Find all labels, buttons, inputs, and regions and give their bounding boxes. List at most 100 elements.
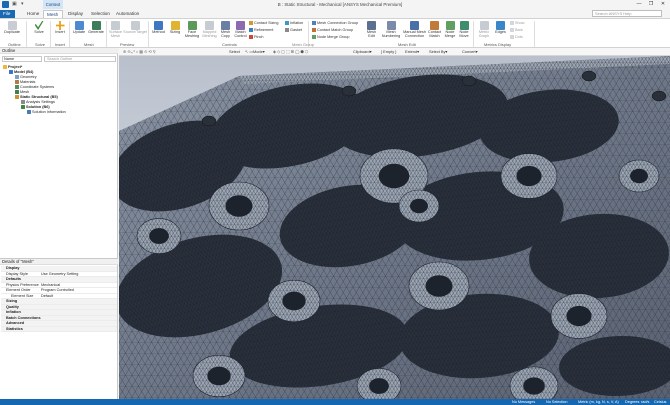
status-messages[interactable]: No Messages: [512, 400, 535, 405]
group-insert-label: Insert: [55, 42, 66, 47]
details-header: Details of "Mesh": [0, 259, 118, 265]
node-merge-group-button[interactable]: Node Merge Group: [312, 34, 350, 40]
mesh-copy-button[interactable]: Mesh Copy: [218, 21, 233, 38]
select-by-dropdown[interactable]: Select By▾: [429, 49, 447, 55]
insert-button[interactable]: Insert: [52, 21, 68, 34]
selection-filter-icons[interactable]: ◈ ◇ ▢ ⬚ ⊞ ◯ ⬢ ⬡: [273, 49, 308, 55]
match-control-button[interactable]: Match Control: [233, 21, 248, 38]
mesh-hole: [630, 168, 648, 184]
mesh-edit-icon: [367, 21, 376, 30]
tree-item-solution-information[interactable]: Solution Information: [27, 110, 66, 115]
title-bar: ▣ ▾ Context B : Static Structural - Mech…: [0, 0, 670, 9]
outline-filter-select[interactable]: Name: [2, 56, 42, 62]
maximize-button[interactable]: ❐: [646, 1, 656, 8]
insert-icon: [55, 21, 65, 30]
source-target-button[interactable]: Source/Target: [123, 21, 147, 34]
contact-match-group-button[interactable]: Contact Match Group: [312, 27, 353, 33]
analysis-settings-icon: [21, 100, 25, 104]
manual-mesh-connection-button[interactable]: Manual Mesh Connection: [402, 21, 427, 38]
mode-dropdown[interactable]: Mode▾: [253, 49, 265, 55]
sizing-icon: [170, 21, 180, 30]
mesh-icon: [15, 90, 19, 94]
tab-selection[interactable]: Selection: [88, 10, 113, 18]
mapped-meshing-button[interactable]: Mapped Meshing: [200, 21, 219, 38]
mesh-hole: [516, 165, 542, 187]
pinch-button[interactable]: Pinch: [249, 34, 264, 40]
generate-button[interactable]: Generate: [87, 21, 105, 34]
graphics-viewport[interactable]: [119, 56, 670, 399]
update-button[interactable]: Update: [71, 21, 87, 34]
mesh-model-render[interactable]: [119, 56, 670, 399]
tab-automation[interactable]: Automation: [113, 10, 142, 18]
close-button[interactable]: ✕: [658, 1, 668, 8]
duplicate-button[interactable]: Duplicate: [2, 21, 22, 34]
mesh-numbering-button[interactable]: Mesh Numbering: [380, 21, 402, 38]
help-search-input[interactable]: Search ANSYS Help: [592, 10, 662, 17]
sizing-button[interactable]: Sizing: [167, 21, 183, 34]
solve-button[interactable]: Solve: [30, 21, 48, 34]
inflation-button[interactable]: Inflation: [285, 20, 303, 26]
method-button[interactable]: Method: [150, 21, 167, 34]
gasket-icon: [285, 27, 289, 32]
mesh-hole: [201, 115, 217, 127]
mesh-connection-group-button[interactable]: Mesh Connection Group: [312, 20, 358, 26]
select-label: Select: [229, 49, 240, 54]
dots-button[interactable]: Dots: [510, 34, 523, 40]
node-move-icon: [459, 21, 469, 30]
static-structural-icon: [15, 95, 19, 99]
view-tools-icon[interactable]: ⊕ ⊖ ⤢ ⌂ ▦ ⊙ ⟲ ⚲: [123, 49, 156, 55]
method-icon: [154, 21, 163, 30]
minimize-button[interactable]: —: [634, 1, 644, 8]
status-bar: No Messages No Selection Metric (m, kg, …: [0, 399, 670, 405]
bars-button[interactable]: Bars: [510, 27, 523, 33]
contact-match-tool-icon: [430, 21, 439, 30]
mesh-numbering-icon: [386, 21, 396, 30]
duplicate-icon: [7, 21, 17, 30]
group-mesh-edit-label: Mesh Edit: [398, 42, 416, 47]
refinement-icon: [249, 27, 253, 32]
refinement-button[interactable]: Refinement: [249, 27, 273, 33]
match-control-icon: [236, 21, 245, 30]
dropdown-icon[interactable]: ▾: [21, 1, 28, 8]
gasket-button[interactable]: Gasket: [285, 27, 302, 33]
extend-dropdown[interactable]: Extend▾: [405, 49, 419, 55]
convert-dropdown[interactable]: Convert▾: [462, 49, 478, 55]
clipboard-dropdown[interactable]: Clipboard▾: [353, 49, 372, 55]
graphics-toolbar: ⊕ ⊖ ⤢ ⌂ ▦ ⊙ ⟲ ⚲ Select ↖ ▭ Mode▾ ◈ ◇ ▢ ⬚…: [119, 48, 670, 56]
group-separator: [69, 21, 70, 47]
left-panel: Outline Name Search Outline Project* Mod…: [0, 48, 118, 399]
show-button[interactable]: Show: [510, 20, 525, 26]
edges-button[interactable]: Edges: [493, 21, 508, 34]
save-icon[interactable]: ▣: [12, 1, 19, 8]
group-separator: [26, 21, 27, 47]
group-separator: [148, 21, 149, 47]
details-section-statistics[interactable]: Statistics: [1, 326, 117, 332]
solve-icon: [34, 21, 44, 30]
mesh-hole: [461, 75, 477, 87]
node-merge-icon: [312, 34, 316, 39]
status-rate-units[interactable]: rad/s: [641, 400, 649, 405]
node-merge-button[interactable]: Node Merge: [443, 21, 457, 38]
status-angle-units[interactable]: Degrees: [625, 400, 639, 405]
status-temp-units[interactable]: Celsius: [654, 400, 666, 405]
mesh-hole: [282, 291, 306, 311]
contact-match-button[interactable]: Contact Match: [426, 21, 443, 38]
surface-mesh-button[interactable]: Surface Mesh: [107, 21, 124, 38]
outline-search-input[interactable]: Search Outline: [44, 56, 116, 62]
face-meshing-button[interactable]: Face Meshing: [183, 21, 201, 38]
group-solve-label: Solve: [35, 42, 46, 47]
metric-graph-button[interactable]: Metric Graph: [475, 21, 493, 38]
contact-sizing-button[interactable]: Contact Sizing: [249, 20, 278, 26]
model-icon: [9, 70, 13, 74]
tab-display[interactable]: Display: [65, 10, 86, 18]
app-logo-icon: [2, 1, 9, 8]
edges-icon: [496, 21, 505, 30]
node-move-button[interactable]: Node Move: [457, 21, 471, 38]
status-units[interactable]: Metric (m, kg, N, s, V, A): [578, 400, 619, 405]
tab-file[interactable]: File: [0, 10, 15, 18]
mesh-edit-button[interactable]: Mesh Edit: [364, 21, 379, 38]
contact-match-icon: [312, 27, 316, 32]
selection-mode-icons[interactable]: ↖ ▭: [245, 49, 253, 55]
tab-mesh[interactable]: Mesh: [43, 10, 63, 18]
tab-home[interactable]: Home: [24, 10, 42, 18]
